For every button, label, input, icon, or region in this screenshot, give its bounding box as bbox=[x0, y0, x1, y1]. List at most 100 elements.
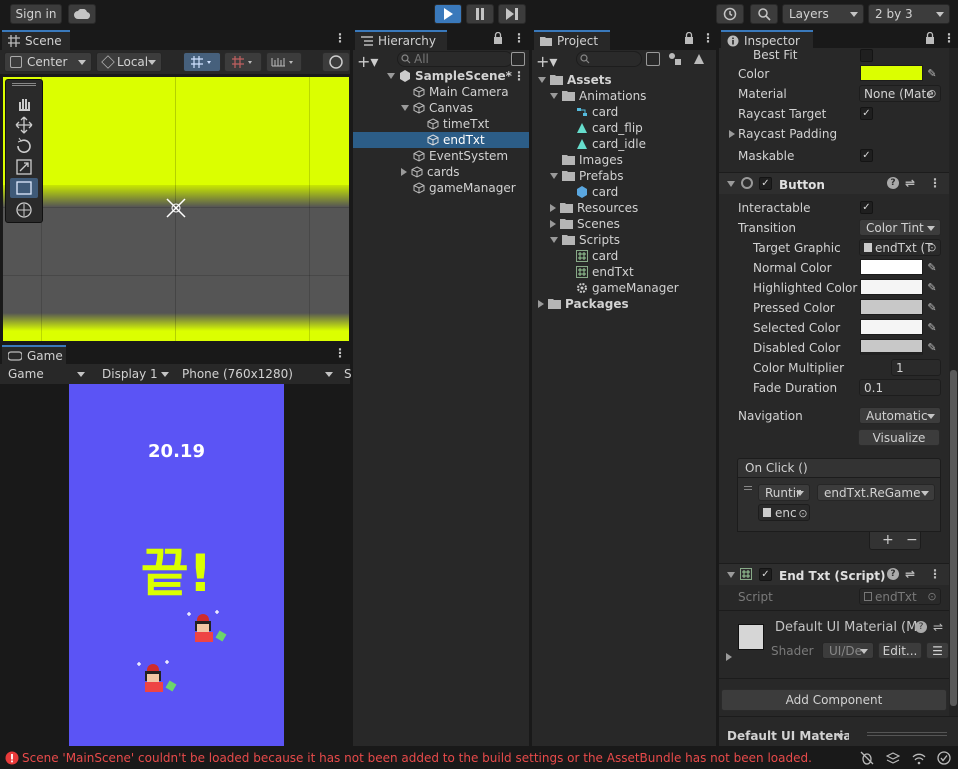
kebab-menu-icon[interactable]: ⋮ bbox=[334, 346, 346, 360]
increment-snap-button[interactable] bbox=[224, 52, 262, 72]
edit-shader-button[interactable]: Edit... bbox=[878, 642, 922, 659]
rotate-tool-icon[interactable] bbox=[11, 136, 37, 156]
eyedropper-icon[interactable]: ✎ bbox=[923, 299, 941, 315]
tab-hierarchy[interactable]: Hierarchy bbox=[355, 30, 447, 50]
normal-color-field[interactable] bbox=[860, 259, 923, 275]
tree-item-timetxt[interactable]: timeTxt bbox=[427, 116, 489, 132]
button-enabled-checkbox[interactable]: ✓ bbox=[759, 177, 772, 190]
asset-card-controller[interactable]: card bbox=[576, 104, 618, 120]
drag-handle[interactable] bbox=[12, 83, 36, 86]
eyedropper-icon[interactable]: ✎ bbox=[923, 319, 941, 335]
help-icon[interactable]: ? bbox=[887, 568, 899, 580]
layers-dropdown[interactable]: Layers bbox=[782, 4, 864, 24]
selected-color-field[interactable] bbox=[860, 319, 923, 335]
tree-item-eventsystem[interactable]: EventSystem bbox=[413, 148, 508, 164]
help-icon[interactable]: ? bbox=[915, 621, 927, 633]
hierarchy-search-input[interactable]: All bbox=[397, 51, 513, 67]
object-picker-icon[interactable]: ⊙ bbox=[923, 239, 941, 255]
hand-tool-icon[interactable] bbox=[11, 94, 37, 114]
eyedropper-icon[interactable]: ✎ bbox=[923, 259, 941, 275]
folder-scenes[interactable]: Scenes bbox=[550, 216, 620, 232]
tree-item-cards[interactable]: cards bbox=[401, 164, 460, 180]
inspector-scrollbar[interactable] bbox=[949, 48, 958, 716]
disabled-color-field[interactable] bbox=[860, 339, 923, 355]
fade-duration-input[interactable]: 0.1 bbox=[859, 379, 941, 396]
kebab-menu-icon[interactable]: ⋮ bbox=[929, 176, 941, 190]
help-icon[interactable]: ? bbox=[887, 177, 899, 189]
kebab-menu-icon[interactable]: ⋮ bbox=[513, 69, 525, 83]
folder-animations[interactable]: Animations bbox=[550, 88, 646, 104]
resolution-dropdown[interactable]: Phone (760x1280) bbox=[176, 365, 338, 383]
kebab-menu-icon[interactable]: ⋮ bbox=[702, 31, 714, 45]
bug-icon[interactable] bbox=[860, 751, 874, 765]
drag-handle[interactable] bbox=[744, 486, 752, 490]
layers-stack-icon[interactable] bbox=[885, 751, 901, 765]
add-icon[interactable]: +▾ bbox=[357, 52, 378, 71]
best-fit-checkbox[interactable] bbox=[860, 49, 873, 62]
check-circle-icon[interactable] bbox=[937, 751, 951, 765]
highlighted-color-field[interactable] bbox=[860, 279, 923, 295]
shader-dropdown[interactable]: UI/De bbox=[822, 642, 874, 659]
tree-item-scene[interactable]: SampleScene* bbox=[387, 68, 512, 84]
preview-dropdown[interactable]: Default UI Material bbox=[721, 726, 849, 746]
preview-drag-handle[interactable] bbox=[867, 732, 947, 736]
layout-dropdown[interactable]: 2 by 3 bbox=[868, 4, 950, 24]
folder-packages[interactable]: Packages bbox=[538, 296, 629, 312]
display-dropdown[interactable]: Display 1 bbox=[96, 365, 174, 383]
kebab-menu-icon[interactable]: ⋮ bbox=[929, 567, 941, 581]
move-tool-icon[interactable] bbox=[11, 115, 37, 135]
history-icon[interactable] bbox=[716, 4, 744, 24]
navigation-dropdown[interactable]: Automatic bbox=[859, 407, 941, 424]
kebab-menu-icon[interactable]: ⋮ bbox=[943, 31, 955, 45]
asset-card-flip[interactable]: card_flip bbox=[576, 120, 643, 136]
raycast-padding-label[interactable]: Raycast Padding bbox=[738, 127, 837, 141]
search-by-type-icon[interactable] bbox=[646, 52, 660, 66]
folder-prefabs[interactable]: Prefabs bbox=[550, 168, 624, 184]
object-picker-icon[interactable]: ⊙ bbox=[794, 505, 812, 521]
pause-button[interactable] bbox=[466, 4, 494, 24]
color-multiplier-input[interactable]: 1 bbox=[891, 359, 941, 376]
lock-icon[interactable] bbox=[493, 31, 503, 47]
add-component-button[interactable]: Add Component bbox=[721, 689, 947, 711]
preset-icon[interactable]: ⇌ bbox=[905, 176, 915, 190]
asset-gamemanager-script[interactable]: gameManager bbox=[576, 280, 679, 296]
kebab-menu-icon[interactable]: ⋮ bbox=[513, 31, 525, 45]
script-component-header[interactable]: ✓ End Txt (Script) ? ⇌ ⋮ bbox=[719, 563, 949, 585]
step-button[interactable] bbox=[498, 4, 526, 24]
button-component-header[interactable]: ✓ Button ? ⇌ ⋮ bbox=[719, 172, 949, 194]
network-icon[interactable] bbox=[912, 751, 926, 765]
color-field[interactable] bbox=[860, 65, 923, 81]
transform-tool-icon[interactable] bbox=[11, 200, 37, 220]
asset-card-script[interactable]: card bbox=[576, 248, 618, 264]
tree-item-gamemanager[interactable]: gameManager bbox=[413, 180, 516, 196]
shading-mode-icon[interactable] bbox=[322, 52, 350, 72]
transition-dropdown[interactable]: Color Tint bbox=[859, 219, 941, 236]
space-dropdown[interactable]: Local bbox=[96, 52, 162, 72]
object-picker-icon[interactable]: ⊙ bbox=[923, 85, 941, 101]
sign-in-button[interactable]: Sign in bbox=[10, 4, 62, 24]
end-text[interactable]: 끝! bbox=[69, 531, 284, 606]
cloud-icon[interactable] bbox=[68, 4, 96, 24]
tree-item-main-camera[interactable]: Main Camera bbox=[413, 84, 509, 100]
ruler-button[interactable] bbox=[266, 52, 302, 72]
tab-game[interactable]: Game bbox=[2, 345, 66, 365]
add-listener-button[interactable]: + bbox=[882, 532, 894, 548]
asset-endtxt-script[interactable]: endTxt bbox=[576, 264, 634, 280]
remove-listener-button[interactable]: − bbox=[906, 532, 918, 548]
preset-icon[interactable]: ⇌ bbox=[933, 620, 943, 634]
pivot-dropdown[interactable]: Center bbox=[4, 52, 92, 72]
lock-icon[interactable] bbox=[684, 31, 694, 47]
asset-card-prefab[interactable]: card bbox=[576, 184, 618, 200]
lock-icon[interactable] bbox=[925, 31, 935, 47]
eyedropper-icon[interactable]: ✎ bbox=[923, 339, 941, 355]
folder-images[interactable]: Images bbox=[562, 152, 623, 168]
asset-card-idle[interactable]: card_idle bbox=[576, 136, 646, 152]
add-icon[interactable]: +▾ bbox=[536, 52, 557, 71]
maskable-checkbox[interactable]: ✓ bbox=[860, 149, 873, 162]
raycast-target-checkbox[interactable]: ✓ bbox=[860, 107, 873, 120]
runtime-dropdown[interactable]: Runtir bbox=[758, 484, 810, 501]
scene-viewport[interactable] bbox=[2, 76, 350, 342]
scale-tool-icon[interactable] bbox=[11, 157, 37, 177]
game-mode-dropdown[interactable]: Game bbox=[2, 365, 90, 383]
interactable-checkbox[interactable]: ✓ bbox=[860, 201, 873, 214]
